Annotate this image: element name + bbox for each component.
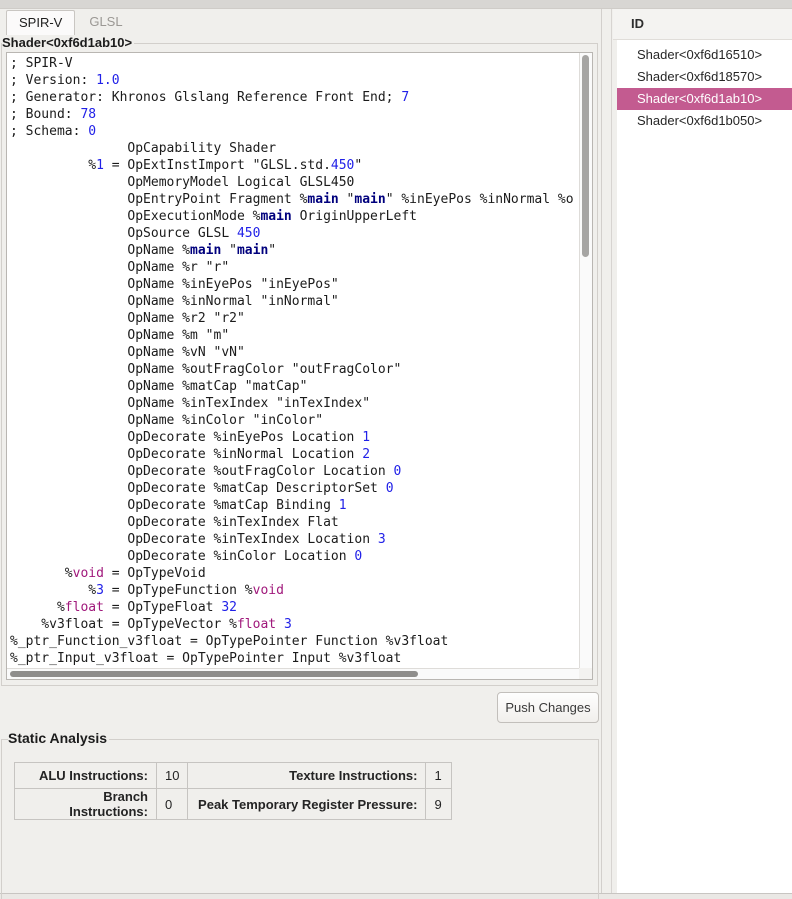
static-analysis-title: Static Analysis — [8, 730, 109, 746]
branch-instructions-value: 0 — [157, 789, 188, 820]
table-row: Branch Instructions: 0 Peak Temporary Re… — [15, 789, 452, 820]
list-item[interactable]: Shader<0xf6d18570> — [617, 66, 792, 88]
vertical-scrollbar-thumb[interactable] — [582, 55, 589, 257]
shader-list-pane: ID Shader<0xf6d16510>Shader<0xf6d18570>S… — [613, 9, 792, 893]
shader-source-pane: SPIR-V GLSL Shader<0xf6d1ab10> ; SPIR-V … — [0, 9, 601, 893]
list-item[interactable]: Shader<0xf6d1ab10> — [617, 88, 792, 110]
tab-spirv[interactable]: SPIR-V — [6, 10, 75, 36]
push-changes-button[interactable]: Push Changes — [497, 692, 599, 723]
pane-splitter[interactable] — [601, 9, 612, 893]
horizontal-scrollbar-thumb[interactable] — [10, 671, 418, 677]
scrollbar-corner — [579, 668, 592, 679]
list-item[interactable]: Shader<0xf6d1b050> — [617, 110, 792, 132]
shader-id-list[interactable]: Shader<0xf6d16510>Shader<0xf6d18570>Shad… — [617, 40, 792, 893]
static-analysis-frame: ALU Instructions: 10 Texture Instruction… — [1, 739, 599, 899]
list-item[interactable]: Shader<0xf6d16510> — [617, 44, 792, 66]
alu-instructions-value: 10 — [157, 763, 188, 789]
branch-instructions-label: Branch Instructions: — [15, 789, 157, 820]
table-row: ALU Instructions: 10 Texture Instruction… — [15, 763, 452, 789]
alu-instructions-label: ALU Instructions: — [15, 763, 157, 789]
code-scroll-area[interactable]: ; SPIR-V ; Version: 1.0 ; Generator: Khr… — [7, 53, 579, 668]
source-tab-bar: SPIR-V GLSL — [6, 10, 135, 36]
spirv-code-view[interactable]: ; SPIR-V ; Version: 1.0 ; Generator: Khr… — [6, 52, 593, 680]
shader-group-label: Shader<0xf6d1ab10> — [2, 35, 134, 50]
register-pressure-value: 9 — [426, 789, 452, 820]
vertical-scrollbar[interactable] — [579, 53, 592, 668]
static-analysis-table: ALU Instructions: 10 Texture Instruction… — [14, 762, 452, 820]
shader-group-frame: ; SPIR-V ; Version: 1.0 ; Generator: Khr… — [1, 43, 598, 686]
window-top-strip — [0, 0, 792, 9]
register-pressure-label: Peak Temporary Register Pressure: — [188, 789, 426, 820]
texture-instructions-label: Texture Instructions: — [188, 763, 426, 789]
tab-glsl[interactable]: GLSL — [77, 10, 134, 36]
shader-debugger-window: SPIR-V GLSL Shader<0xf6d1ab10> ; SPIR-V … — [0, 0, 792, 899]
texture-instructions-value: 1 — [426, 763, 452, 789]
spirv-disassembly-text[interactable]: ; SPIR-V ; Version: 1.0 ; Generator: Khr… — [7, 53, 579, 667]
id-column-header: ID — [613, 9, 792, 40]
horizontal-scrollbar[interactable] — [7, 668, 579, 679]
